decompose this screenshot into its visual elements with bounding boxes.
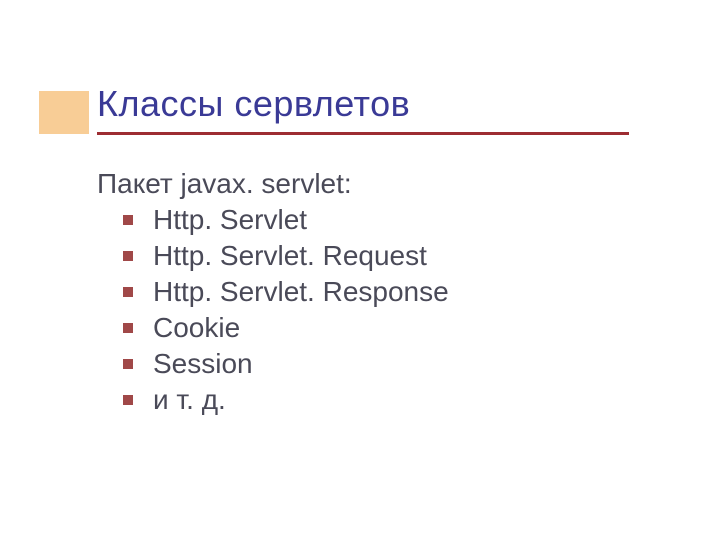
- list-item-text: Http. Servlet. Request: [153, 240, 427, 272]
- title-underline: [97, 132, 629, 135]
- square-bullet-icon: [123, 323, 133, 333]
- square-bullet-icon: [123, 251, 133, 261]
- square-bullet-icon: [123, 395, 133, 405]
- list-item-text: Cookie: [153, 312, 240, 344]
- list-item: Http. Servlet. Request: [123, 240, 637, 272]
- slide-body: Пакет javax. servlet: Http. Servlet Http…: [97, 168, 637, 420]
- square-bullet-icon: [123, 287, 133, 297]
- square-bullet-icon: [123, 359, 133, 369]
- list-item: и т. д.: [123, 384, 637, 416]
- list-item: Cookie: [123, 312, 637, 344]
- list-item: Session: [123, 348, 637, 380]
- list-item: Http. Servlet. Response: [123, 276, 637, 308]
- list-item-text: Session: [153, 348, 253, 380]
- list-item-text: и т. д.: [153, 384, 226, 416]
- list-item-text: Http. Servlet: [153, 204, 307, 236]
- list-item-text: Http. Servlet. Response: [153, 276, 449, 308]
- slide-title: Классы сервлетов: [97, 83, 410, 125]
- square-bullet-icon: [123, 215, 133, 225]
- title-wrap: Классы сервлетов: [97, 83, 410, 125]
- bullet-list: Http. Servlet Http. Servlet. Request Htt…: [97, 204, 637, 416]
- intro-text: Пакет javax. servlet:: [97, 168, 637, 200]
- accent-block: [39, 91, 89, 134]
- list-item: Http. Servlet: [123, 204, 637, 236]
